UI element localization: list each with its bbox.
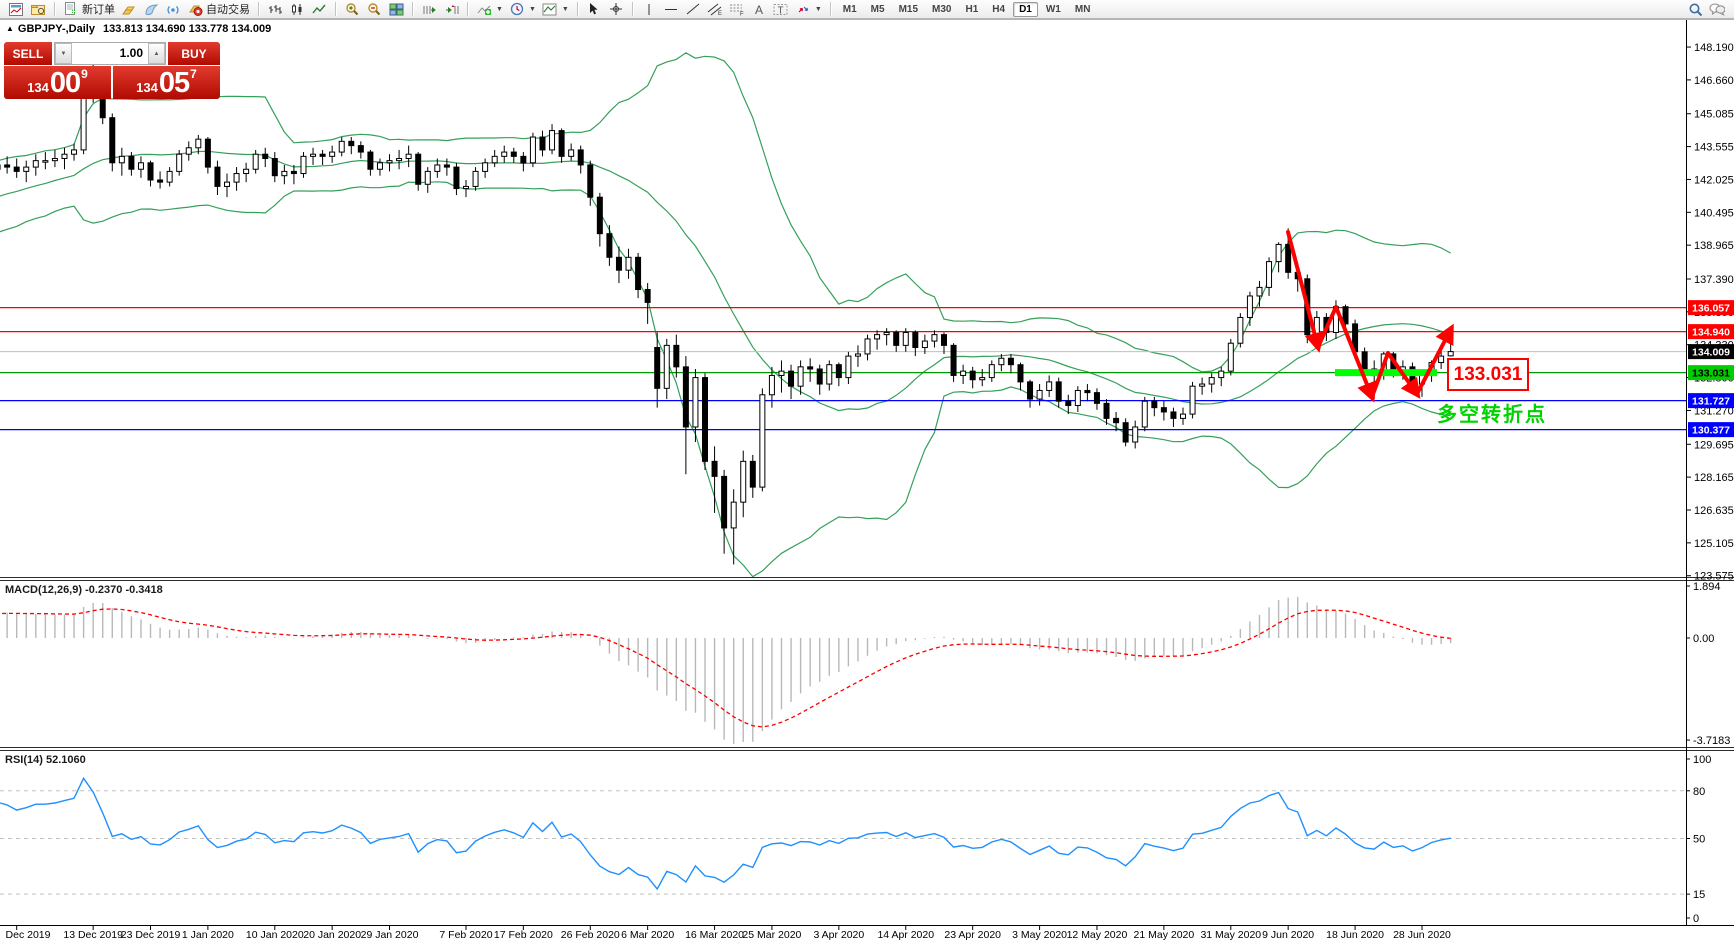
svg-text:7 Feb 2020: 7 Feb 2020 [439,929,492,941]
svg-text:50: 50 [1693,834,1705,846]
svg-text:80: 80 [1693,786,1705,798]
svg-text:10 Jan 2020: 10 Jan 2020 [246,929,304,941]
symbol-period-label: GBPJPY-,Daily [18,23,95,35]
macd-label: MACD(12,26,9) -0.2370 -0.3418 [5,584,163,596]
svg-text:146.660: 146.660 [1694,75,1734,87]
svg-text:125.105: 125.105 [1694,538,1734,550]
rsi-indicator [0,778,1686,894]
svg-text:134.940: 134.940 [1692,327,1730,339]
sell-price-figure: 134 [27,78,49,98]
svg-text:-3.7183: -3.7183 [1693,735,1730,747]
svg-text:137.390: 137.390 [1694,274,1734,286]
svg-text:9 Jun 2020: 9 Jun 2020 [1262,929,1314,941]
svg-text:18 Jun 2020: 18 Jun 2020 [1326,929,1384,941]
svg-text:0: 0 [1693,913,1699,925]
pivot-annotation-text[interactable]: 多空转折点 [1437,398,1547,427]
svg-text:140.495: 140.495 [1694,207,1734,219]
svg-text:100: 100 [1693,754,1711,766]
svg-text:26 Feb 2020: 26 Feb 2020 [561,929,620,941]
svg-text:143.555: 143.555 [1694,142,1734,154]
svg-text:23 Apr 2020: 23 Apr 2020 [944,929,1001,941]
volume-increase-button[interactable]: ▲ [148,43,165,64]
svg-text:130.377: 130.377 [1692,425,1730,437]
price-callout-label[interactable]: 133.031 [1447,358,1529,391]
svg-text:23 Dec 2019: 23 Dec 2019 [121,929,181,941]
svg-text:14 Apr 2020: 14 Apr 2020 [877,929,934,941]
svg-text:16 Mar 2020: 16 Mar 2020 [685,929,744,941]
buy-price[interactable]: 134057 [113,66,220,99]
sell-price[interactable]: 134009 [4,66,111,99]
svg-text:20 Jan 2020: 20 Jan 2020 [303,929,361,941]
macd-indicator [0,597,1451,744]
buy-price-pipette: 7 [190,67,197,81]
volume-input[interactable]: 1.00 [72,43,148,64]
svg-text:142.025: 142.025 [1694,174,1734,186]
svg-text:28 Jun 2020: 28 Jun 2020 [1393,929,1451,941]
svg-text:21 May 2020: 21 May 2020 [1134,929,1195,941]
svg-text:133.031: 133.031 [1692,368,1730,380]
svg-text:126.635: 126.635 [1694,505,1734,517]
collapse-marker-icon[interactable]: ▲ [6,24,14,33]
svg-text:0.00: 0.00 [1693,633,1714,645]
rsi-label: RSI(14) 52.1060 [5,754,86,766]
one-click-trading-panel: SELL ▼ 1.00 ▲ BUY 134009 134057 [4,42,220,99]
svg-text:29 Jan 2020: 29 Jan 2020 [361,929,419,941]
svg-text:3 May 2020: 3 May 2020 [1012,929,1067,941]
svg-text:138.965: 138.965 [1694,240,1734,252]
svg-text:1.894: 1.894 [1693,581,1721,593]
svg-text:128.165: 128.165 [1694,472,1734,484]
svg-text:134.009: 134.009 [1692,347,1730,359]
svg-text:1 Jan 2020: 1 Jan 2020 [182,929,234,941]
ohlc-values: 133.813 134.690 133.778 134.009 [103,23,271,35]
sell-price-pipette: 9 [81,67,88,81]
sell-price-pips: 00 [50,69,80,98]
svg-text:25 Mar 2020: 25 Mar 2020 [742,929,801,941]
svg-text:3 Apr 2020: 3 Apr 2020 [813,929,864,941]
svg-text:129.695: 129.695 [1694,439,1734,451]
svg-text:13 Dec 2019: 13 Dec 2019 [63,929,123,941]
price-axis[interactable]: 148.190 146.660 145.085 143.555 142.025 140.4… [1686,42,1734,583]
chart-canvas[interactable]: 148.190 146.660 145.085 143.555 142.025 140.4… [0,0,1734,948]
svg-text:136.057: 136.057 [1692,303,1730,315]
svg-text:148.190: 148.190 [1694,42,1734,54]
svg-text:17 Feb 2020: 17 Feb 2020 [494,929,553,941]
svg-text:12 May 2020: 12 May 2020 [1067,929,1128,941]
rsi-axis: 100 80 50 15 0 [1686,754,1711,925]
panel-frame [0,20,1734,926]
mt4-window: 新订单 自动交易 ▼ ▼ [0,0,1734,948]
svg-text:131.727: 131.727 [1692,396,1730,408]
chart-title: ▲ GBPJPY-,Daily 133.813 134.690 133.778 13… [6,23,271,35]
buy-price-figure: 134 [136,78,158,98]
svg-text:15: 15 [1693,889,1705,901]
buy-button[interactable]: BUY [168,42,220,65]
svg-text:Dec 2019: Dec 2019 [6,929,51,941]
candles [0,52,1453,564]
macd-axis: 1.894 0.00 -3.7183 [1686,581,1730,747]
svg-text:6 Mar 2020: 6 Mar 2020 [621,929,674,941]
volume-decrease-button[interactable]: ▼ [55,43,72,64]
sell-button[interactable]: SELL [4,42,52,65]
svg-text:145.085: 145.085 [1694,109,1734,121]
date-axis[interactable]: Dec 2019 13 Dec 201923 Dec 20191 Jan 2020… [6,926,1452,942]
buy-price-pips: 05 [159,69,189,98]
svg-text:31 May 2020: 31 May 2020 [1200,929,1261,941]
volume-stepper: ▼ 1.00 ▲ [54,42,166,65]
